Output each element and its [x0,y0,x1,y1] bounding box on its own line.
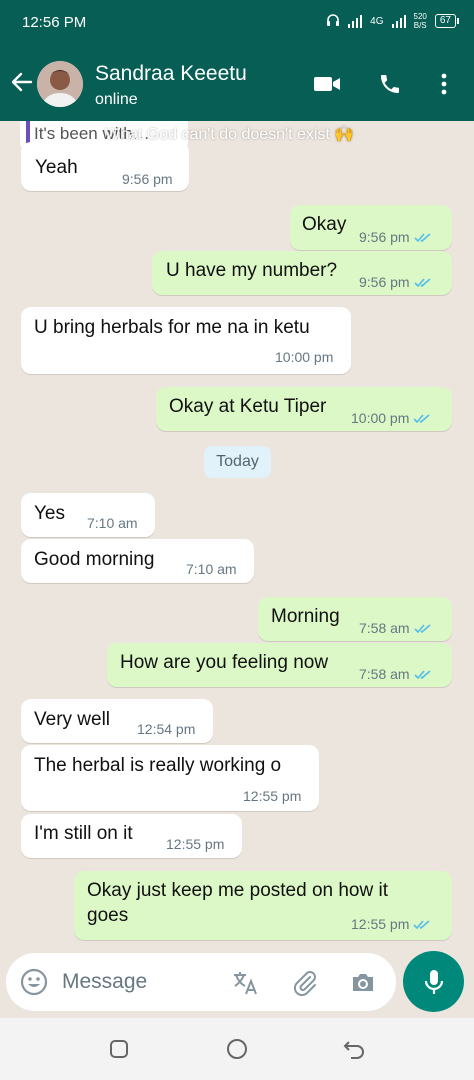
back-arrow-icon [11,72,33,92]
message-text: How are you feeling now [120,652,329,673]
camera-button[interactable] [348,967,378,997]
mic-icon [424,969,443,994]
message-outgoing[interactable]: Okay at Ketu Tiper 10:00 pm [156,387,452,431]
overlay-caption: What God can't do doesn't exist 🙌 [105,126,355,143]
status-bar: 12:56 PM 4G 520 B/S 67 [0,0,474,46]
message-text: Okay [302,214,347,235]
message-time: 7:58 am [359,666,432,682]
message-time: 12:54 pm [137,721,196,737]
message-outgoing[interactable]: Okay just keep me posted on how it goes … [74,871,452,940]
message-text: I'm still on it [34,823,133,844]
message-text: Okay at Ketu Tiper [169,396,327,417]
video-call-icon [314,77,340,91]
message-outgoing[interactable]: U have my number? 9:56 pm [152,251,452,295]
message-time: 12:55 pm [351,916,431,932]
recents-button[interactable] [107,1037,131,1061]
message-text: U bring herbals for me na in ketu [34,317,310,338]
mic-button[interactable] [403,951,464,1012]
message-incoming[interactable]: Good morning 7:10 am [21,539,254,583]
translate-button[interactable] [230,967,260,997]
message-time: 9:56 pm [122,171,173,187]
battery-level: 67 [439,15,451,26]
contact-status: online [95,91,138,108]
message-text: U have my number? [166,260,338,281]
message-outgoing[interactable]: How are you feeling now 7:58 am [107,643,452,687]
message-text: Okay just keep me posted on how it [87,880,388,901]
message-incoming[interactable]: Yeah 9:56 pm [21,142,189,191]
message-time: 10:00 pm [275,349,334,365]
translate-icon [234,972,257,995]
headphones-icon [326,13,340,30]
read-receipt-icon [414,623,431,633]
attach-icon [293,971,316,996]
home-icon [227,1039,247,1059]
read-receipt-icon [414,669,431,679]
message-text: Good morning [34,549,155,570]
data-speed-unit: B/S [413,21,427,30]
message-incoming[interactable]: I'm still on it 12:55 pm [21,814,242,858]
data-speed-value: 520 [413,12,427,21]
contact-name[interactable]: Sandraa Keeetu [95,62,247,86]
message-incoming[interactable]: Yes 7:10 am [21,493,155,537]
status-time: 12:56 PM [22,14,87,31]
signal-icon-2 [391,14,406,28]
voice-call-button[interactable] [376,70,404,98]
phone-icon [381,75,399,93]
status-icons: 4G 520 B/S 67 [326,12,460,30]
chat-header: Sandraa Keeetu online [0,46,474,121]
message-text: Yes [34,503,65,524]
camera-icon [353,974,373,991]
read-receipt-icon [413,413,430,423]
date-divider: Today [204,446,271,478]
read-receipt-icon [413,919,430,929]
message-text: Morning [271,606,340,627]
navigation-bar [0,1018,474,1080]
recents-icon [110,1040,128,1058]
system-back-button[interactable] [342,1037,366,1061]
chat-area[interactable]: It's been with… What God can't do doesn'… [0,121,474,953]
read-receipt-icon [414,232,431,242]
return-icon [343,1041,364,1059]
emoji-icon [20,968,48,996]
message-outgoing[interactable]: Okay 9:56 pm [290,205,452,250]
emoji-button[interactable] [20,968,48,996]
back-button[interactable] [8,68,36,96]
home-button[interactable] [225,1037,249,1061]
message-time: 10:00 pm [351,410,431,426]
message-time: 9:56 pm [359,229,432,245]
message-time: 7:10 am [87,515,138,531]
avatar[interactable] [37,61,83,107]
message-composer [6,953,396,1011]
message-incoming[interactable]: U bring herbals for me na in ketu 10:00 … [21,307,351,374]
message-outgoing[interactable]: Morning 7:58 am [258,597,452,641]
message-input[interactable] [62,965,222,999]
video-call-button[interactable] [313,70,341,98]
message-text-line-2: goes [87,905,129,926]
message-text: The herbal is really working o [34,755,282,776]
network-type: 4G [370,15,384,27]
attach-button[interactable] [290,967,320,997]
message-incoming[interactable]: The herbal is really working o 12:55 pm [21,745,319,811]
message-text: Yeah [35,157,78,178]
message-time: 9:56 pm [359,274,432,290]
message-text: Very well [34,709,111,730]
more-options-button[interactable] [430,70,458,98]
message-time: 12:55 pm [243,788,302,804]
message-time: 7:10 am [186,561,237,577]
read-receipt-icon [414,277,431,287]
message-time: 12:55 pm [166,836,225,852]
signal-icon [348,14,363,28]
more-vertical-icon [441,73,447,95]
message-incoming[interactable]: Very well 12:54 pm [21,699,213,743]
message-time: 7:58 am [359,620,432,636]
battery-icon: 67 [434,14,460,28]
